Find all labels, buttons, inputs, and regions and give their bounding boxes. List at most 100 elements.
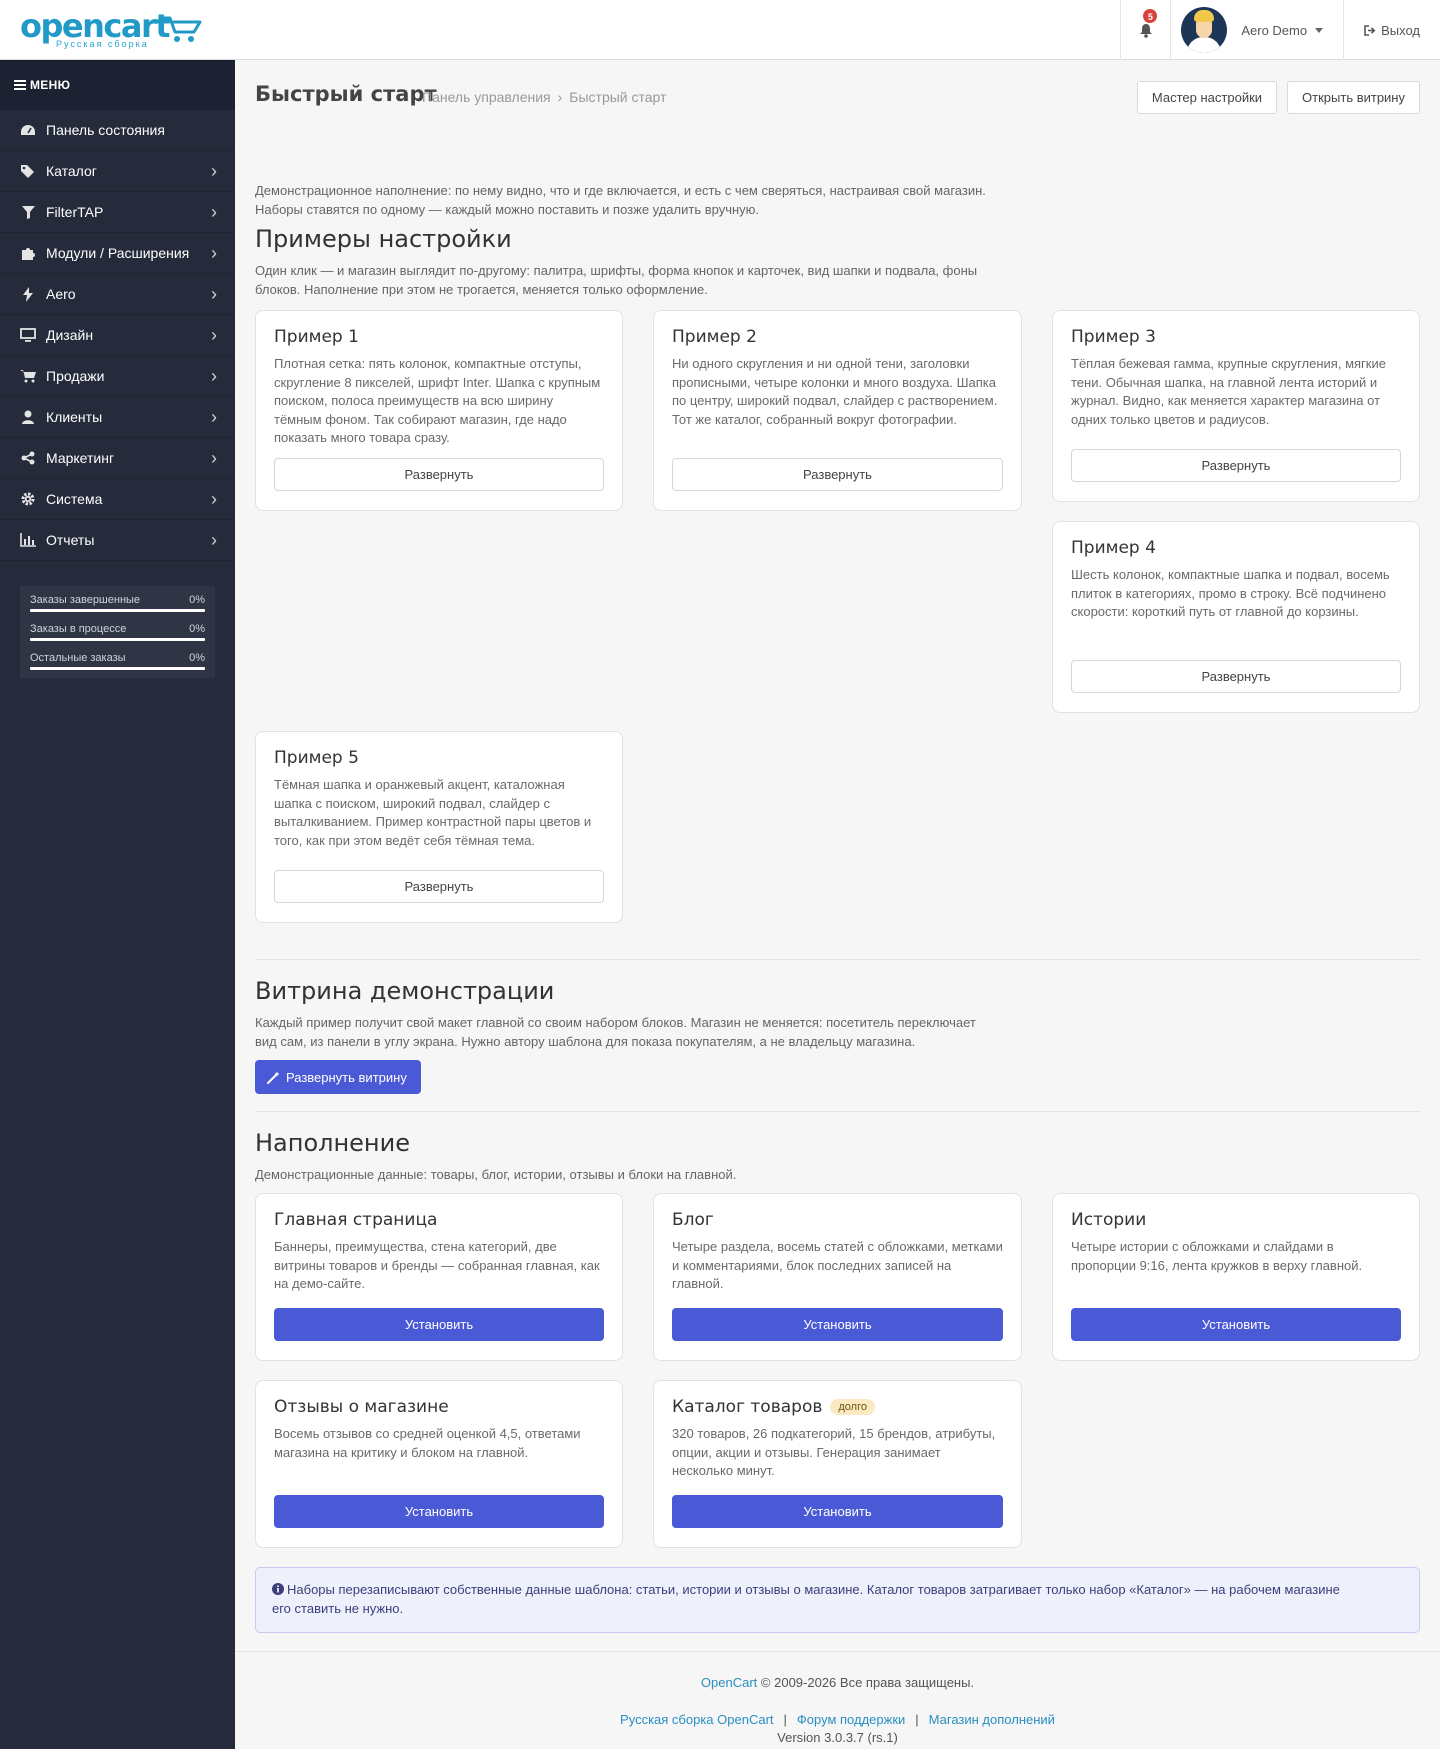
footer: OpenCart © 2009-2026 Все права защищены.…	[235, 1651, 1440, 1749]
examples-section-title: Примеры настройки	[255, 225, 512, 253]
showcase-section-title: Витрина демонстрации	[255, 977, 555, 1005]
chevron-right-icon: ›	[211, 447, 217, 468]
chevron-right-icon: ›	[211, 160, 217, 181]
content-card-reviews: Отзывы о магазине Восемь отзывов со сред…	[255, 1380, 623, 1548]
install-button[interactable]: Установить	[1071, 1308, 1401, 1341]
order-stat-value: 0%	[189, 594, 205, 606]
chevron-right-icon: ›	[211, 488, 217, 509]
menu-header[interactable]: МЕНЮ	[0, 60, 235, 110]
dashboard-icon	[19, 122, 37, 138]
sidebar-item[interactable]: Дизайн ›	[0, 315, 235, 356]
breadcrumb-item[interactable]: Панель управления	[422, 89, 551, 105]
breadcrumb-item[interactable]: Быстрый старт	[569, 89, 666, 105]
main-content: Быстрый старт Панель управления › Быстры…	[235, 60, 1440, 1633]
expand-example-button[interactable]: Развернуть	[672, 458, 1003, 491]
expand-example-button[interactable]: Развернуть	[274, 870, 604, 903]
sidebar-item[interactable]: Aero ›	[0, 274, 235, 315]
notifications-button[interactable]: 5	[1120, 0, 1170, 60]
sidebar-item[interactable]: Маркетинг ›	[0, 438, 235, 479]
sidebar-item[interactable]: Клиенты ›	[0, 397, 235, 438]
open-store-button[interactable]: Открыть витрину	[1287, 81, 1420, 114]
sidebar-item[interactable]: Продажи ›	[0, 356, 235, 397]
sidebar-item[interactable]: Панель состояния	[0, 110, 235, 151]
footer-version: Version 3.0.3.7 (rs.1)	[777, 1730, 898, 1745]
notification-count-badge: 5	[1142, 8, 1159, 24]
header-actions: 5 Aero Demo Выход	[1120, 0, 1440, 60]
order-stat-bar	[30, 638, 205, 641]
example-card-text: Шесть колонок, компактные шапка и подвал…	[1071, 567, 1390, 619]
example-card-text: Тёплая бежевая гамма, крупные скругления…	[1071, 356, 1386, 427]
order-stat-label: Остальные заказы	[30, 652, 126, 664]
user-menu[interactable]: Aero Demo	[1170, 0, 1343, 60]
footer-link-rs[interactable]: Русская сборка OpenCart	[620, 1712, 773, 1727]
sidebar-item-label: Маркетинг	[46, 450, 115, 466]
chevron-right-icon: ›	[211, 283, 217, 304]
puzzle-icon	[19, 245, 37, 261]
sidebar-item-label: FilterTAP	[46, 204, 104, 220]
example-card-text: Плотная сетка: пять колонок, компактные …	[274, 356, 601, 445]
example-card-text: Тёмная шапка и оранжевый акцент, каталож…	[274, 777, 592, 848]
example-card-title: Пример 1	[274, 327, 359, 347]
content-card-text: Баннеры, преимущества, стена категорий, …	[274, 1239, 600, 1291]
chevron-right-icon: ›	[211, 406, 217, 427]
install-button[interactable]: Установить	[672, 1308, 1003, 1341]
setup-wizard-button[interactable]: Мастер настройки	[1136, 81, 1278, 114]
example-card-2: Пример 2 Ни одного скругления и ни одной…	[653, 310, 1022, 511]
content-section-title: Наполнение	[255, 1129, 410, 1157]
expand-example-button[interactable]: Развернуть	[1071, 449, 1401, 482]
sidebar-item[interactable]: Система ›	[0, 479, 235, 520]
breadcrumb-separator: ›	[557, 89, 563, 105]
breadcrumb: Панель управления › Быстрый старт	[422, 89, 666, 105]
user-icon	[19, 409, 37, 425]
sidebar-item[interactable]: Каталог ›	[0, 151, 235, 192]
content-card-title: Главная страница	[274, 1210, 438, 1230]
example-card-title: Пример 3	[1071, 327, 1156, 347]
expand-showcase-button[interactable]: Развернуть витрину	[255, 1060, 421, 1094]
chevron-right-icon: ›	[211, 201, 217, 222]
order-stat: Заказы завершенные 0%	[30, 594, 205, 612]
expand-example-button[interactable]: Развернуть	[1071, 660, 1401, 693]
bar-chart-icon	[19, 532, 37, 548]
sidebar-item-label: Модули / Расширения	[46, 245, 190, 261]
cart-icon	[19, 368, 37, 384]
sidebar-item[interactable]: Модули / Расширения ›	[0, 233, 235, 274]
duration-badge: долго	[830, 1399, 875, 1415]
install-button[interactable]: Установить	[274, 1308, 604, 1341]
content-card-text: 320 товаров, 26 подкатегорий, 15 брендов…	[672, 1426, 996, 1478]
install-button[interactable]: Установить	[672, 1495, 1003, 1528]
caret-down-icon	[1315, 27, 1324, 33]
example-card-title: Пример 4	[1071, 538, 1156, 558]
order-stats-panel: Заказы завершенные 0% Заказы в процессе 0% О…	[20, 586, 215, 678]
chevron-right-icon: ›	[211, 529, 217, 550]
footer-brand-link[interactable]: OpenCart	[701, 1675, 757, 1690]
order-stat-label: Заказы в процессе	[30, 623, 127, 635]
install-button[interactable]: Установить	[274, 1495, 604, 1528]
showcase-description: вид сам, из панели в углу экрана. Нужно …	[255, 1034, 916, 1049]
order-stat-value: 0%	[189, 623, 205, 635]
alert-text: Наборы перезаписывают собственные данные…	[287, 1582, 1340, 1597]
intro-text-line: Наборы ставятся по одному — каждый можно…	[255, 202, 760, 217]
content-card-text: Четыре истории с обложками и слайдами в …	[1071, 1239, 1363, 1273]
order-stat: Заказы в процессе 0%	[30, 623, 205, 641]
tags-icon	[19, 163, 37, 179]
footer-link-store[interactable]: Магазин дополнений	[929, 1712, 1055, 1727]
hamburger-icon	[14, 80, 26, 90]
example-card-3: Пример 3 Тёплая бежевая гамма, крупные с…	[1052, 310, 1420, 502]
footer-link-forum[interactable]: Форум поддержки	[797, 1712, 905, 1727]
example-card-text: Ни одного скругления и ни одной тени, за…	[672, 356, 998, 427]
sidebar-item-label: Панель состояния	[46, 122, 165, 138]
chevron-right-icon: ›	[211, 242, 217, 263]
bolt-icon	[19, 286, 37, 302]
expand-showcase-label: Развернуть витрину	[286, 1069, 407, 1085]
opencart-logo[interactable]: opencart Русская сборка	[20, 10, 210, 50]
sidebar-item-label: Дизайн	[46, 327, 94, 343]
avatar	[1181, 7, 1228, 53]
sidebar-item[interactable]: Отчеты ›	[0, 520, 235, 561]
alert-text: его ставить не нужно.	[272, 1601, 404, 1616]
showcase-description: Каждый пример получит свой макет главной…	[255, 1015, 976, 1030]
logout-link[interactable]: Выход	[1343, 0, 1440, 60]
sidebar-item[interactable]: FilterTAP ›	[0, 192, 235, 233]
info-circle-icon	[272, 1583, 284, 1595]
share-icon	[19, 450, 37, 466]
expand-example-button[interactable]: Развернуть	[274, 458, 604, 491]
